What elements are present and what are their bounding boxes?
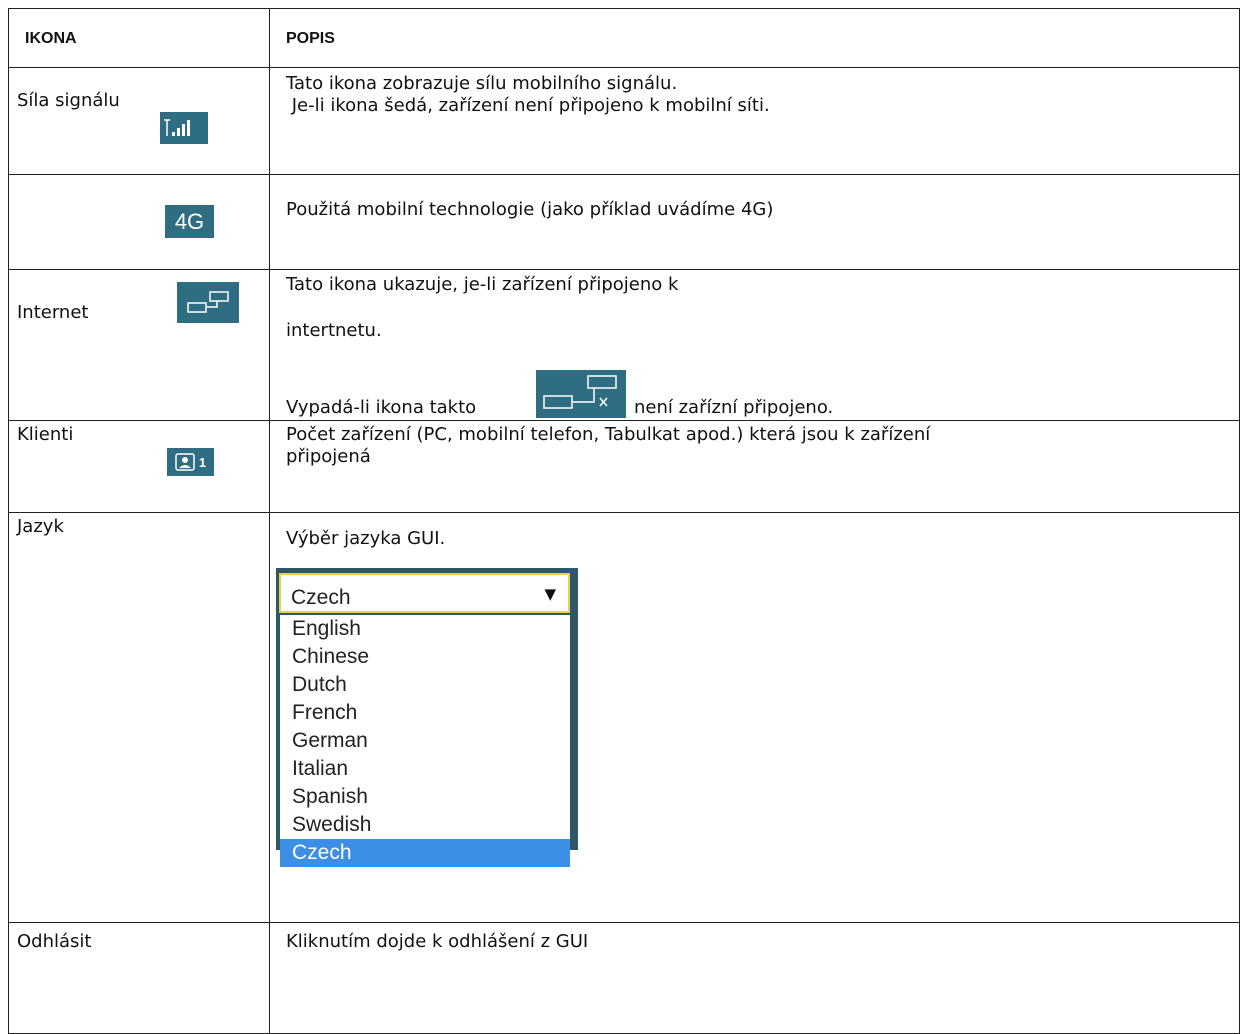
icon-description-table: IKONA POPIS Síla signálu Tato ikona zobr… bbox=[8, 8, 1240, 1034]
internet-connected-icon bbox=[177, 282, 239, 323]
language-dropdown-screenshot: Czech ▼ English Chinese Dutch French Ger… bbox=[276, 568, 578, 867]
tech-desc: Použitá mobilní technologie (jako příkla… bbox=[286, 199, 774, 220]
signal-icon-cell: Síla signálu bbox=[8, 67, 270, 175]
language-option-english[interactable]: English bbox=[280, 615, 570, 643]
row-logout: Odhlásit Kliknutím dojde k odhlášení z G… bbox=[8, 922, 1240, 1034]
language-selected-value: Czech bbox=[291, 586, 351, 609]
language-option-dutch[interactable]: Dutch bbox=[280, 671, 570, 699]
language-select[interactable]: Czech ▼ bbox=[279, 573, 570, 613]
internet-desc-line2: intertnetu. bbox=[286, 320, 382, 341]
row-language: Jazyk Výběr jazyka GUI. bbox=[8, 512, 1240, 923]
tech-icon-cell: 4G bbox=[8, 174, 270, 270]
language-desc: Výběr jazyka GUI. bbox=[286, 528, 446, 549]
tech-description-cell: Použitá mobilní technologie (jako příkla… bbox=[269, 174, 1240, 270]
signal-desc-line2: Je-li ikona šedá, zařízení není připojen… bbox=[286, 95, 770, 116]
signal-desc-line1: Tato ikona zobrazuje sílu mobilního sign… bbox=[286, 73, 678, 94]
language-option-italian[interactable]: Italian bbox=[280, 755, 570, 783]
header-description-column: POPIS bbox=[269, 8, 1240, 68]
language-option-french[interactable]: French bbox=[280, 699, 570, 727]
logout-icon-cell: Odhlásit bbox=[8, 922, 270, 1034]
internet-label: Internet bbox=[17, 302, 89, 323]
header-row: IKONA POPIS bbox=[8, 8, 1240, 68]
clients-icon-cell: Klienti 1 bbox=[8, 420, 270, 513]
language-options-list: English Chinese Dutch French German Ital… bbox=[280, 615, 570, 867]
language-option-chinese[interactable]: Chinese bbox=[280, 643, 570, 671]
row-internet: Internet Tato ikona ukazuje, je-li zaříz… bbox=[8, 269, 1240, 421]
mobile-technology-icon: 4G bbox=[165, 205, 214, 238]
logout-label: Odhlásit bbox=[17, 931, 92, 952]
clients-count: 1 bbox=[198, 454, 207, 470]
internet-description-cell: Tato ikona ukazuje, je-li zařízení připo… bbox=[269, 269, 1240, 421]
row-signal: Síla signálu Tato ikona zobrazuje sílu m… bbox=[8, 67, 1240, 175]
internet-desc-line3-before: Vypadá-li ikona takto bbox=[286, 397, 477, 418]
clients-label: Klienti bbox=[17, 424, 74, 445]
language-option-spanish[interactable]: Spanish bbox=[280, 783, 570, 811]
clients-desc-line1: Počet zařízení (PC, mobilní telefon, Tab… bbox=[286, 424, 931, 445]
clients-count-icon: 1 bbox=[167, 448, 214, 476]
internet-desc-line3-after: není zařízní připojeno. bbox=[634, 397, 834, 418]
clients-desc-line2: připojená bbox=[286, 446, 371, 467]
language-option-german[interactable]: German bbox=[280, 727, 570, 755]
header-description-label: POPIS bbox=[286, 30, 335, 47]
logout-desc: Kliknutím dojde k odhlášení z GUI bbox=[286, 931, 589, 952]
clients-description-cell: Počet zařízení (PC, mobilní telefon, Tab… bbox=[269, 420, 1240, 513]
row-tech: 4G Použitá mobilní technologie (jako pří… bbox=[8, 174, 1240, 270]
internet-disconnected-icon bbox=[536, 370, 626, 418]
signal-strength-icon bbox=[160, 112, 208, 144]
internet-icon-cell: Internet bbox=[8, 269, 270, 421]
language-icon-cell: Jazyk bbox=[8, 512, 270, 923]
row-clients: Klienti 1 Počet zařízení (PC, mobilní te… bbox=[8, 420, 1240, 513]
header-icon-label: IKONA bbox=[25, 30, 77, 47]
language-label: Jazyk bbox=[17, 516, 64, 537]
signal-label: Síla signálu bbox=[17, 90, 120, 111]
user-icon bbox=[175, 453, 195, 471]
logout-description-cell: Kliknutím dojde k odhlášení z GUI bbox=[269, 922, 1240, 1034]
header-icon-column: IKONA bbox=[8, 8, 270, 68]
internet-desc-line1: Tato ikona ukazuje, je-li zařízení připo… bbox=[286, 274, 679, 295]
signal-description-cell: Tato ikona zobrazuje sílu mobilního sign… bbox=[269, 67, 1240, 175]
language-option-czech[interactable]: Czech bbox=[280, 839, 570, 867]
language-option-swedish[interactable]: Swedish bbox=[280, 811, 570, 839]
dropdown-arrow-icon: ▼ bbox=[544, 585, 556, 603]
